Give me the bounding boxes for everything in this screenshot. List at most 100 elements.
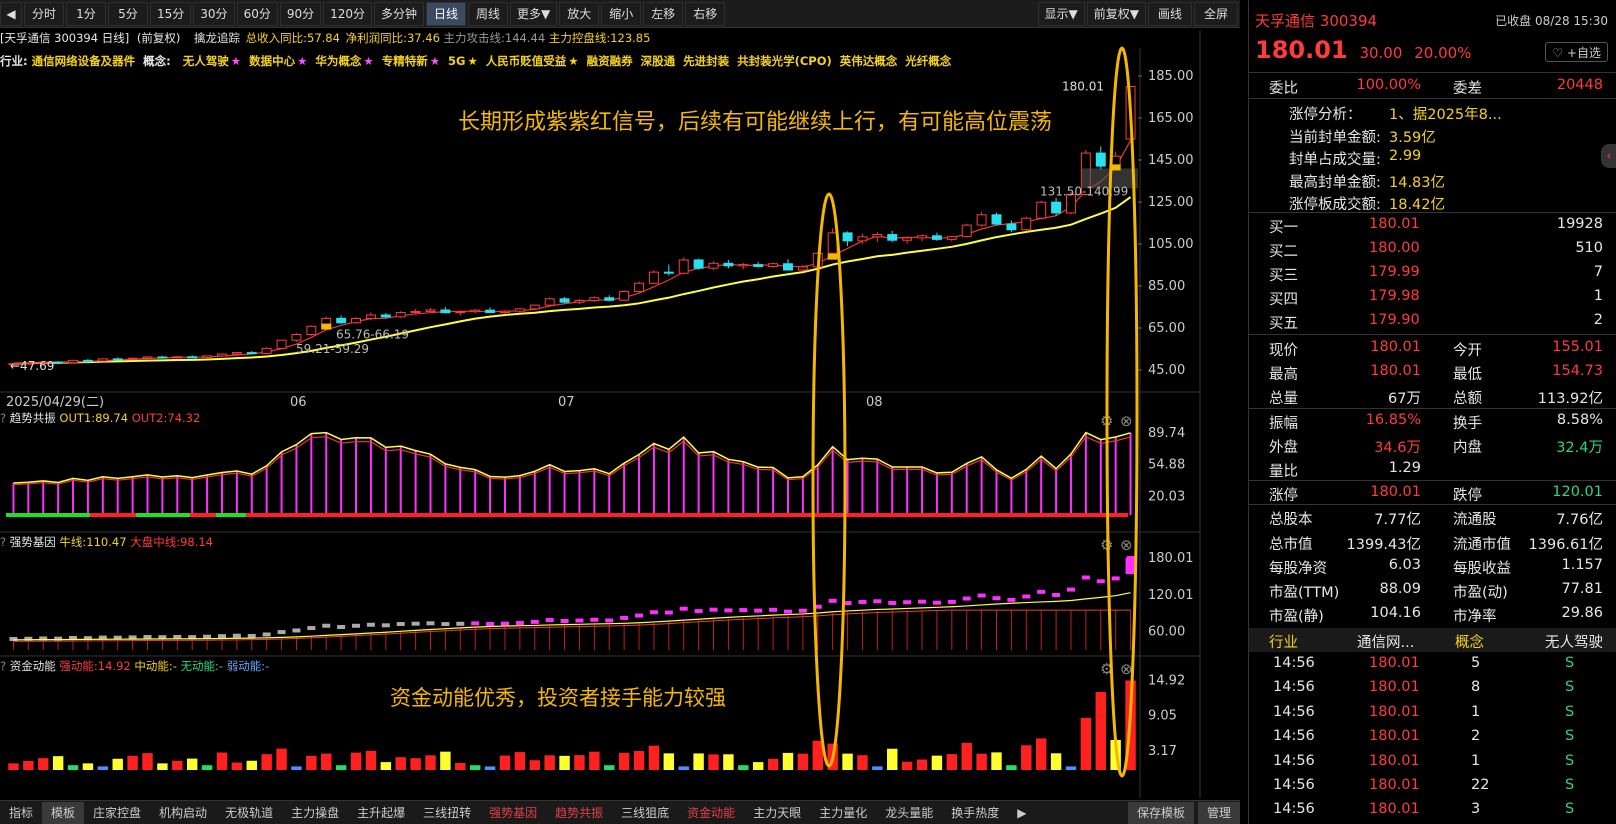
candle-body	[53, 361, 64, 364]
indicator-tab[interactable]: 无极轨道	[216, 802, 282, 824]
fund-bar	[216, 752, 228, 770]
fund-bar	[186, 758, 198, 770]
bid-volume: 7	[1593, 264, 1603, 280]
fund-bar	[633, 751, 645, 770]
fund-bar	[529, 760, 540, 770]
gene-tick: 120.01	[1148, 588, 1194, 603]
tick-volume: 5	[1471, 655, 1481, 671]
indicator-tab[interactable]: 趋势共振	[546, 802, 612, 824]
fund-bar	[231, 762, 243, 770]
fund-mid: 中动能:-	[134, 659, 177, 673]
stat-value: 1399.43亿	[1346, 536, 1421, 553]
gene-marker	[486, 622, 495, 627]
fund-bar	[693, 753, 704, 770]
gene-marker	[918, 599, 927, 604]
indicator-tab[interactable]: 主升起爆	[348, 802, 414, 824]
fund-bar	[8, 763, 19, 770]
bid-row[interactable]: 买四 179.98 1	[1249, 285, 1616, 309]
gene-marker	[798, 608, 807, 613]
candle-body	[589, 297, 600, 301]
quote-time: 08/28 15:30	[1535, 14, 1608, 28]
indicator-tab[interactable]: 三线狙底	[612, 802, 678, 824]
indicator-tab[interactable]: 模板	[42, 801, 85, 824]
indicator-tab[interactable]: 主力天眼	[744, 802, 810, 824]
indicator-tab[interactable]: 机构启动	[150, 802, 216, 824]
fund-bar	[842, 753, 853, 770]
candle-body	[946, 236, 957, 240]
indicator-tab[interactable]: 强势基因	[480, 802, 546, 824]
indicator-tab[interactable]: 资金动能	[678, 802, 744, 824]
fund-bar	[157, 763, 168, 770]
limit-row: 涨停分析： 1、据2025年8...	[1249, 100, 1616, 124]
indicator-tab[interactable]: 换手热度	[942, 802, 1008, 824]
main-chart-note: 长期形成紫紫红信号，后续有可能继续上行，有可能高位震荡	[458, 110, 1053, 135]
fund-bar	[708, 754, 719, 770]
gene-marker	[724, 608, 733, 613]
candle-body	[231, 352, 242, 355]
fund-bar	[752, 762, 764, 770]
candle-body	[902, 237, 913, 241]
y-tick-label: 125.00	[1148, 195, 1194, 210]
indicator-tab[interactable]: 庄家控盘	[84, 802, 150, 824]
bid-price: 180.01	[1369, 216, 1420, 232]
gene-marker	[1066, 587, 1075, 592]
bid-row[interactable]: 买五 179.90 2	[1249, 309, 1616, 333]
industry-value[interactable]: 通信网...	[1357, 631, 1414, 652]
indicator-tab[interactable]: 三线扭转	[414, 802, 480, 824]
tabs-more-icon[interactable]: ▶	[1008, 802, 1035, 824]
candle-body	[708, 262, 719, 269]
indicator-tab[interactable]: 指标	[0, 802, 42, 824]
gene-marker	[352, 623, 361, 628]
candle-body	[351, 318, 361, 324]
fund-bar	[916, 759, 928, 770]
gene-marker	[1052, 592, 1061, 597]
bid-row[interactable]: 买二 180.00 510	[1249, 237, 1616, 261]
gene-marker	[679, 606, 688, 611]
tick-time: 14:56	[1273, 679, 1315, 696]
indicator-tab[interactable]: 龙头量能	[876, 802, 942, 824]
stat-key: 现价	[1269, 343, 1298, 359]
tick-volume: 2	[1471, 728, 1481, 745]
fund-bar	[604, 765, 615, 770]
indicator-tab[interactable]: 主力操盘	[282, 802, 348, 824]
fund-bar	[142, 753, 153, 770]
indicator-tab[interactable]: 主力量化	[810, 802, 876, 824]
tabbar-right-button[interactable]: 管理	[1197, 801, 1240, 824]
help-icon[interactable]: ?	[0, 411, 6, 425]
fund-tick: 3.17	[1148, 744, 1177, 759]
industry-concept-row: 行业 通信网... 概念 无人驾驶	[1249, 628, 1616, 652]
stat-key: 振幅	[1269, 415, 1298, 432]
candle-body	[395, 311, 406, 318]
stat-key: 内盘	[1453, 439, 1482, 456]
gene-marker	[947, 599, 956, 604]
help-icon[interactable]: ?	[0, 535, 6, 549]
x-tick-label: 06	[290, 395, 307, 410]
trend-tick: 89.74	[1148, 426, 1185, 441]
candle-body	[887, 234, 898, 241]
gene-marker	[545, 618, 554, 623]
price-change-pct: 20.00%	[1414, 44, 1472, 62]
candle-body	[797, 266, 808, 271]
fund-bar	[1065, 766, 1077, 770]
gene-marker	[649, 610, 658, 615]
help-icon[interactable]: ?	[0, 659, 6, 673]
fund-bar	[574, 755, 585, 770]
gene-marker	[1007, 597, 1016, 602]
bid-row[interactable]: 买一 180.01 19928	[1249, 213, 1616, 237]
limit-row: 当前封单金额: 3.59亿	[1249, 123, 1616, 147]
tick-row: 14:56 180.01 8 S	[1249, 676, 1616, 700]
stat-row: 外盘 34.6万 内盘 32.4万	[1249, 433, 1616, 457]
concept-value[interactable]: 无人驾驶	[1545, 631, 1603, 652]
bid-row[interactable]: 买三 179.99 7	[1249, 261, 1616, 285]
stat-value: 1.29	[1388, 460, 1421, 476]
fund-bar	[514, 752, 526, 770]
tick-price: 180.01	[1369, 655, 1420, 671]
tick-row: 14:56 180.01 22 S	[1249, 774, 1616, 798]
add-favorite-button[interactable]: ♡ +自选	[1545, 42, 1608, 62]
fund-bar	[1080, 717, 1092, 770]
candle-body	[425, 309, 436, 312]
tabbar-right-button[interactable]: 保存模板	[1127, 801, 1194, 824]
gene-marker	[1081, 575, 1090, 580]
collapse-panel-icon[interactable]: ‹	[1601, 144, 1616, 168]
fund-bar	[246, 760, 257, 770]
